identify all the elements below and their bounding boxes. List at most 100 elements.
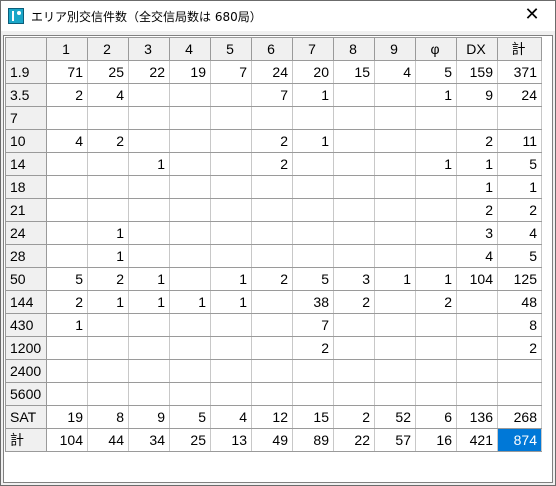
grid-cell[interactable]	[415, 106, 457, 130]
grid-cell[interactable]: 3	[456, 221, 498, 245]
grid-cell[interactable]: 1	[128, 152, 170, 176]
grid-cell[interactable]	[46, 382, 88, 406]
grid-cell[interactable]	[415, 313, 457, 337]
grid-cell[interactable]	[46, 244, 88, 268]
grid-cell[interactable]	[292, 221, 334, 245]
column-header[interactable]: φ	[415, 37, 457, 61]
grid-cell[interactable]	[46, 336, 88, 360]
grid-cell[interactable]: 9	[456, 83, 498, 107]
grid-cell[interactable]	[374, 359, 416, 383]
grid-cell[interactable]: 5	[415, 60, 457, 84]
grid-cell[interactable]: 7	[210, 60, 252, 84]
row-header[interactable]: 430	[5, 313, 47, 337]
row-header[interactable]: 計	[5, 428, 47, 452]
grid-cell[interactable]	[292, 152, 334, 176]
row-header[interactable]: 24	[5, 221, 47, 245]
grid-cell[interactable]	[128, 175, 170, 199]
grid-cell[interactable]: 2	[456, 198, 498, 222]
grid-cell[interactable]: 2	[87, 267, 129, 291]
grid-cell[interactable]: 12	[251, 405, 293, 429]
grid-cell[interactable]	[251, 175, 293, 199]
grid-cell[interactable]: 5	[497, 152, 542, 176]
grid-cell[interactable]	[87, 382, 129, 406]
grid-cell[interactable]	[87, 175, 129, 199]
grid-cell[interactable]: 24	[497, 83, 542, 107]
grid-cell[interactable]	[333, 221, 375, 245]
grid-cell[interactable]: 104	[46, 428, 88, 452]
grid-cell[interactable]: 2	[497, 336, 542, 360]
grid-cell[interactable]: 3	[333, 267, 375, 291]
grid-cell[interactable]	[46, 106, 88, 130]
grid-cell[interactable]: 2	[251, 152, 293, 176]
grid-cell[interactable]: 1	[374, 267, 416, 291]
grid-cell[interactable]	[169, 359, 211, 383]
grid-cell[interactable]: 7	[251, 83, 293, 107]
grid-cell[interactable]	[456, 290, 498, 314]
grid-cell[interactable]	[210, 336, 252, 360]
grid-cell[interactable]	[374, 313, 416, 337]
grid-cell[interactable]: 11	[497, 129, 542, 153]
grid-cell[interactable]	[456, 313, 498, 337]
grid-cell[interactable]	[497, 382, 542, 406]
grid-cell[interactable]	[415, 129, 457, 153]
grid-cell[interactable]	[251, 221, 293, 245]
close-button[interactable]: ✕	[509, 1, 555, 31]
grid-cell[interactable]	[210, 106, 252, 130]
grid-cell[interactable]	[169, 175, 211, 199]
grid-cell[interactable]	[374, 244, 416, 268]
grid-cell[interactable]: 2	[292, 336, 334, 360]
grid-cell[interactable]	[415, 336, 457, 360]
grid-cell[interactable]	[210, 221, 252, 245]
grid-cell[interactable]: 22	[128, 60, 170, 84]
grid-cell[interactable]: 1	[46, 313, 88, 337]
grid-cell[interactable]: 1	[415, 267, 457, 291]
grid-cell[interactable]	[251, 313, 293, 337]
grid-cell[interactable]: 268	[497, 405, 542, 429]
grid-cell[interactable]: 4	[497, 221, 542, 245]
grid-cell[interactable]	[251, 336, 293, 360]
grid-cell[interactable]	[128, 382, 170, 406]
grid-cell[interactable]: 25	[169, 428, 211, 452]
grid-cell[interactable]: 2	[46, 83, 88, 107]
grid-cell[interactable]: 1	[456, 175, 498, 199]
row-header[interactable]: 144	[5, 290, 47, 314]
grid-cell[interactable]	[374, 175, 416, 199]
grid-cell[interactable]	[87, 152, 129, 176]
grid-cell[interactable]: 371	[497, 60, 542, 84]
grid-cell[interactable]	[292, 382, 334, 406]
grid-cell[interactable]: 5	[169, 405, 211, 429]
grid-cell[interactable]	[128, 244, 170, 268]
row-header[interactable]: 1200	[5, 336, 47, 360]
column-header[interactable]: 8	[333, 37, 375, 61]
grid-cell[interactable]	[210, 152, 252, 176]
grid-cell[interactable]: 159	[456, 60, 498, 84]
grid-cell[interactable]	[169, 198, 211, 222]
grid-cell[interactable]: 15	[292, 405, 334, 429]
grid-cell[interactable]	[456, 382, 498, 406]
column-header[interactable]: 5	[210, 37, 252, 61]
grid-cell[interactable]: 1	[415, 83, 457, 107]
grid-cell[interactable]	[87, 106, 129, 130]
column-header[interactable]: 4	[169, 37, 211, 61]
column-header[interactable]: 2	[87, 37, 129, 61]
grid-cell[interactable]	[210, 198, 252, 222]
column-header[interactable]: 6	[251, 37, 293, 61]
grid-cell[interactable]	[333, 359, 375, 383]
grid-cell[interactable]: 1	[292, 129, 334, 153]
app-icon[interactable]	[8, 8, 24, 24]
grid-cell[interactable]	[456, 106, 498, 130]
grid-cell[interactable]: 5	[497, 244, 542, 268]
grid-cell[interactable]	[128, 221, 170, 245]
grid-cell[interactable]: 19	[46, 405, 88, 429]
grid-cell[interactable]: 19	[169, 60, 211, 84]
grid-cell[interactable]: 2	[46, 290, 88, 314]
grid-cell[interactable]: 34	[128, 428, 170, 452]
grid-cell[interactable]	[292, 175, 334, 199]
grid-cell[interactable]: 2	[497, 198, 542, 222]
grid-cell[interactable]	[169, 382, 211, 406]
grid-cell[interactable]	[251, 244, 293, 268]
grid-cell[interactable]: 13	[210, 428, 252, 452]
grid-cell[interactable]: 49	[251, 428, 293, 452]
grid-cell[interactable]	[169, 267, 211, 291]
grid-cell[interactable]: 8	[497, 313, 542, 337]
